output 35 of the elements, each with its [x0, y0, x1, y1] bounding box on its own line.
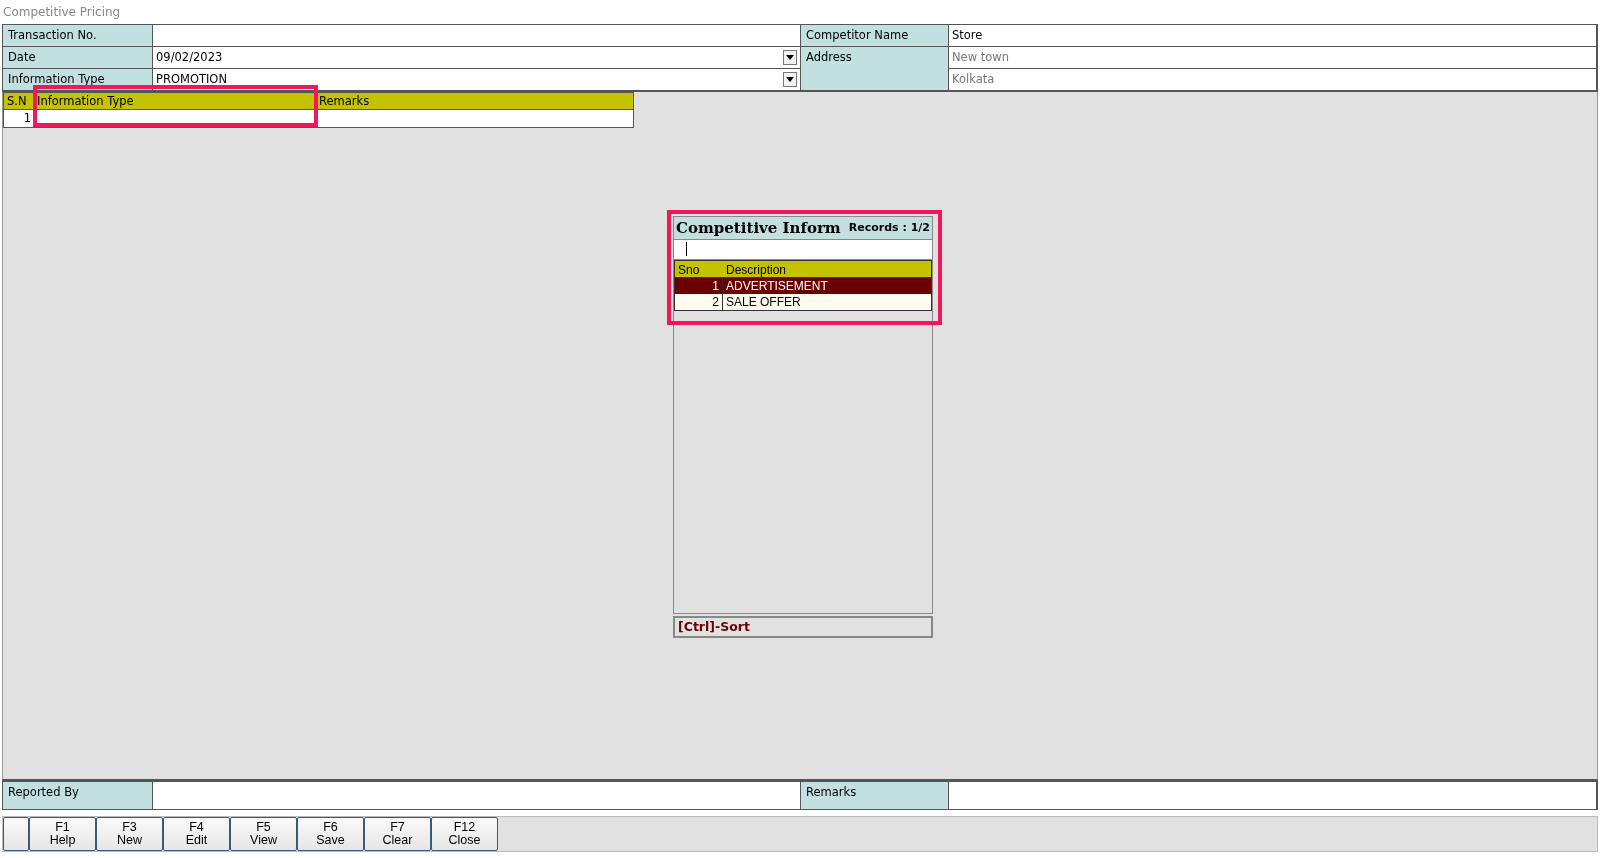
- function-key-button[interactable]: [3, 817, 29, 851]
- function-key-button[interactable]: F1 Help: [29, 817, 96, 851]
- field-label: Address: [801, 47, 949, 91]
- field-label: Remarks: [801, 782, 949, 809]
- search-field[interactable]: [674, 240, 932, 260]
- function-key-button[interactable]: F5 View: [230, 817, 297, 851]
- function-key-button[interactable]: F7 Clear: [364, 817, 431, 851]
- input-field[interactable]: PROMOTION: [153, 69, 801, 91]
- field-label: Transaction No.: [3, 25, 153, 47]
- text-cursor: [686, 242, 687, 256]
- input-field[interactable]: New town: [949, 47, 1597, 69]
- list-cell[interactable]: 1: [675, 278, 723, 294]
- function-key-button[interactable]: F6 Save: [297, 817, 364, 851]
- column-header: Information Type: [34, 93, 316, 110]
- column-header: Remarks: [316, 93, 633, 110]
- field-label: Reported By: [3, 782, 153, 809]
- input-field[interactable]: [153, 25, 801, 47]
- input-field[interactable]: Store: [949, 25, 1597, 47]
- input-field[interactable]: 09/02/2023: [153, 47, 801, 69]
- input-field[interactable]: Kolkata: [949, 69, 1597, 91]
- list-cell[interactable]: ADVERTISEMENT: [723, 278, 931, 294]
- function-key-button[interactable]: F3 New: [96, 817, 163, 851]
- column-header: Sno: [675, 261, 723, 278]
- column-header: Description: [723, 261, 931, 278]
- list-cell[interactable]: SALE OFFER: [723, 294, 931, 310]
- field-label: Date: [3, 47, 153, 69]
- window-title: Competitive Pricing: [2, 4, 122, 21]
- popup-title: Competitive Inform: [676, 217, 841, 239]
- function-key-button[interactable]: F4 Edit: [163, 817, 230, 851]
- list-cell[interactable]: 2: [675, 294, 723, 310]
- record-count: Records : 1/2: [848, 219, 930, 236]
- function-key-button[interactable]: F12 Close: [431, 817, 498, 851]
- field-label: Competitor Name: [801, 25, 949, 47]
- sort-hint: [Ctrl]-Sort: [673, 616, 933, 638]
- column-header: S.N: [4, 93, 34, 110]
